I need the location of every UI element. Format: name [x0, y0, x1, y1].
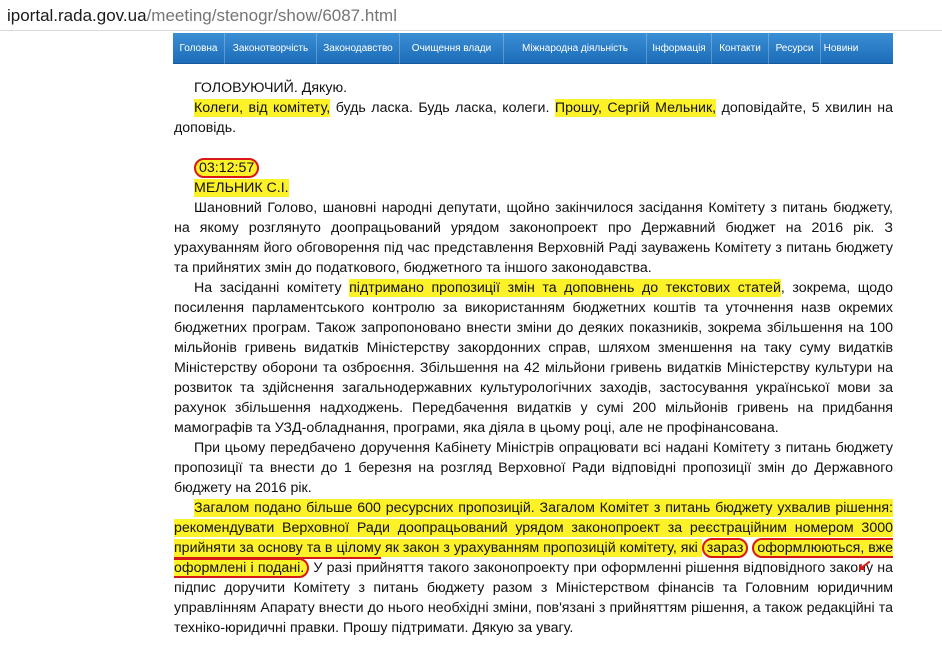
- paragraph-text: , зокрема, щодо посилення парламентськог…: [174, 280, 894, 436]
- speech-paragraph: На засіданні комітету підтримано пропози…: [174, 278, 893, 438]
- circled-word: зараз: [701, 538, 749, 558]
- nav-item-news[interactable]: Новини: [821, 33, 861, 64]
- speech-paragraph: Загалом подано більше 600 ресурсних проп…: [174, 498, 894, 638]
- highlighted-phrase: Прошу, Сергій Мельник,: [554, 99, 717, 117]
- speech-paragraph: Шановний Голово, шановні народні депутат…: [174, 200, 893, 276]
- chairman-request: Колеги, від комітету, будь ласка. Будь л…: [174, 98, 893, 138]
- address-bar[interactable]: iportal.rada.gov.ua/meeting/stenogr/show…: [0, 0, 942, 31]
- nav-item-lawmaking[interactable]: Законотворчість: [225, 32, 317, 64]
- paragraph-text: На засіданні комітету: [194, 280, 350, 296]
- nav-item-legislation[interactable]: Законодавство: [317, 32, 400, 64]
- highlighted-phrase: Колеги, від комітету,: [194, 99, 331, 117]
- chairman-line: ГОЛОВУЮЧИЙ. Дякую.: [194, 80, 348, 96]
- url-text[interactable]: iportal.rada.gov.ua/meeting/stenogr/show…: [7, 6, 397, 26]
- highlighted-phrase: підтримано пропозиції змін та доповнень …: [349, 279, 781, 297]
- nav-item-home[interactable]: Головна: [173, 32, 225, 64]
- url-path: /meeting/stenogr/show/6087.html: [146, 6, 397, 25]
- nav-item-lustration[interactable]: Очищення влади: [400, 32, 504, 64]
- nav-item-international[interactable]: Міжнародна діяльність: [504, 32, 647, 64]
- url-domain: iportal.rada.gov.ua: [7, 6, 147, 25]
- highlighted-phrase: Загалом подано більше 600 ресурсних проп…: [174, 499, 893, 537]
- red-arrow-annotation: [859, 561, 870, 570]
- speaker-line: МЕЛЬНИК С.І.: [174, 178, 893, 198]
- transcript-body: ГОЛОВУЮЧИЙ. Дякую. Колеги, від комітету,…: [174, 78, 894, 638]
- timestamp-line: 03:12:57: [174, 158, 893, 178]
- paragraph-text: будь ласка. Будь ласка, колеги.: [330, 100, 555, 116]
- highlighted-phrase: як закон з урахуванням пропозицій коміте…: [381, 539, 702, 557]
- timestamp: 03:12:57: [194, 158, 260, 178]
- nav-item-information[interactable]: Інформація: [647, 32, 712, 64]
- main-navigation: Головна Законотворчість Законодавство Оч…: [173, 32, 893, 64]
- speech-paragraph: При цьому передбачено доручення Кабінету…: [174, 440, 893, 496]
- underlined-phrase: прийняти за основу та в цілому: [174, 539, 382, 559]
- nav-item-resources[interactable]: Ресурси: [769, 32, 821, 64]
- speaker-name: МЕЛЬНИК С.І.: [194, 179, 289, 197]
- nav-item-contacts[interactable]: Контакти: [712, 32, 769, 64]
